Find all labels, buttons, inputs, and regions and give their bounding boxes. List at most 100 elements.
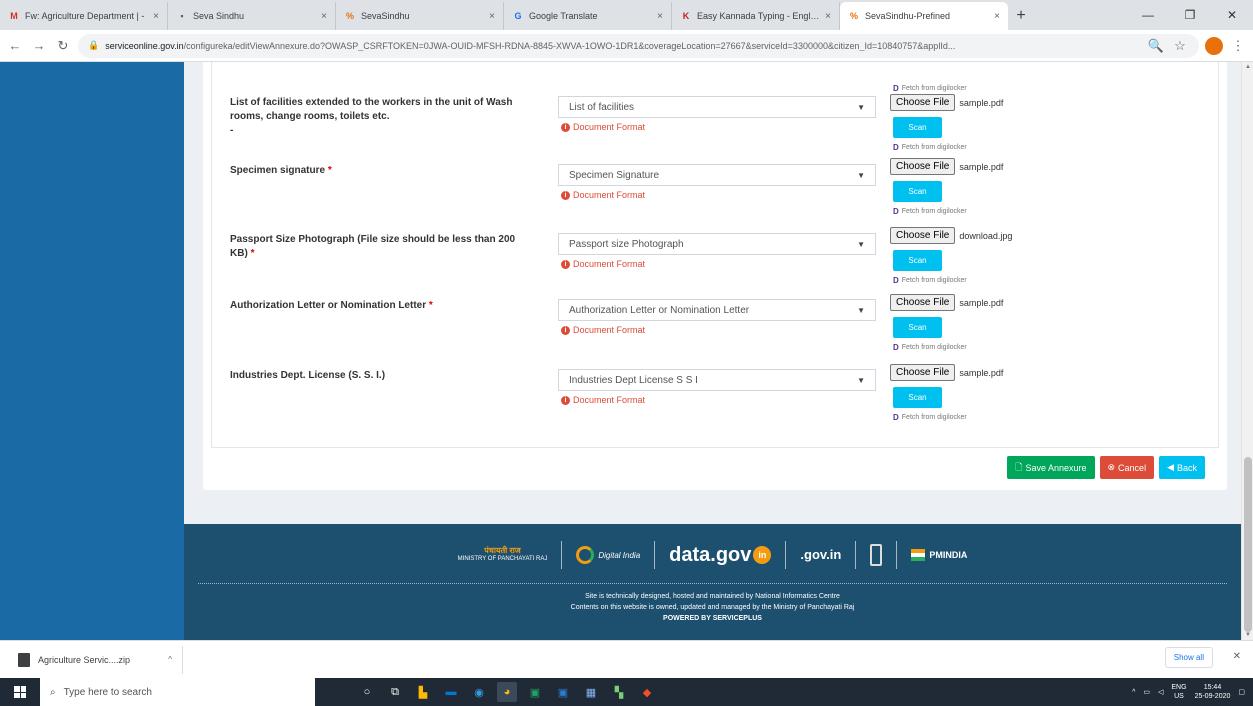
close-tab-icon[interactable]: × bbox=[994, 11, 1000, 22]
pmindia-logo[interactable]: PMINDIA bbox=[911, 549, 967, 561]
save-annexure-button[interactable]: 🗋 Save Annexure bbox=[1007, 456, 1095, 479]
battery-icon[interactable]: ▭ bbox=[1143, 688, 1150, 696]
calculator-icon[interactable]: ▦ bbox=[581, 682, 601, 702]
file-picker[interactable]: Choose File sample.pdf bbox=[890, 294, 1003, 311]
chevron-up-icon[interactable]: ^ bbox=[1132, 689, 1135, 696]
file-picker[interactable]: Choose File download.jpg bbox=[890, 227, 1012, 244]
browser-tab[interactable]: ▪ Seva Sindhu × bbox=[168, 2, 336, 30]
browser-tab[interactable]: G Google Translate × bbox=[504, 2, 672, 30]
choose-file-button[interactable]: Choose File bbox=[890, 158, 956, 175]
digilocker-link[interactable]: D Fetch from digilocker bbox=[893, 207, 967, 216]
file-picker[interactable]: Choose File sample.pdf bbox=[890, 94, 1003, 111]
digilocker-link[interactable]: D Fetch from digilocker bbox=[893, 343, 967, 352]
tab-title: Easy Kannada Typing - English bbox=[697, 11, 821, 21]
paint-icon[interactable]: ◆ bbox=[637, 682, 657, 702]
document-format-link[interactable]: i Document Format bbox=[561, 259, 645, 269]
download-item[interactable]: Agriculture Servic....zip ^ bbox=[18, 645, 183, 674]
scroll-down-icon[interactable]: ▼ bbox=[1242, 632, 1253, 638]
tab-title: Fw: Agriculture Department | - bbox=[25, 11, 145, 21]
document-format-link[interactable]: i Document Format bbox=[561, 325, 645, 335]
partner-logos: पंचायती राज MINISTRY OF PANCHAYATI RAJ Di… bbox=[184, 534, 1241, 576]
document-type-select[interactable]: Specimen Signature ▼ bbox=[558, 164, 876, 186]
chevron-down-icon: ▼ bbox=[857, 239, 865, 249]
choose-file-button[interactable]: Choose File bbox=[890, 364, 956, 381]
taskbar-search[interactable]: ⌕ Type here to search bbox=[40, 678, 315, 706]
close-tab-icon[interactable]: × bbox=[153, 11, 159, 22]
digilocker-link[interactable]: D Fetch from digilocker bbox=[893, 143, 967, 152]
browser-tab[interactable]: K Easy Kannada Typing - English × bbox=[672, 2, 840, 30]
people-icon[interactable]: ▚ bbox=[609, 682, 629, 702]
file-picker[interactable]: Choose File sample.pdf bbox=[890, 364, 1003, 381]
scan-button[interactable]: Scan bbox=[893, 317, 942, 338]
document-type-select[interactable]: List of facilities ▼ bbox=[558, 96, 876, 118]
close-window-icon[interactable]: ✕ bbox=[1211, 0, 1253, 30]
scan-button[interactable]: Scan bbox=[893, 181, 942, 202]
bookmark-star-icon[interactable]: ☆ bbox=[1171, 37, 1189, 55]
digilocker-link[interactable]: D Fetch from digilocker bbox=[893, 84, 967, 93]
scroll-up-icon[interactable]: ▲ bbox=[1242, 64, 1253, 70]
mopr-logo[interactable]: पंचायती राज MINISTRY OF PANCHAYATI RAJ bbox=[458, 547, 548, 563]
forward-arrow-icon[interactable]: → bbox=[30, 37, 48, 55]
task-view-icon[interactable]: ⧉ bbox=[385, 682, 405, 702]
volume-icon[interactable]: ◁ bbox=[1158, 688, 1163, 696]
document-type-select[interactable]: Passport size Photograph ▼ bbox=[558, 233, 876, 255]
language-indicator[interactable]: ENG US bbox=[1171, 683, 1186, 701]
zip-file-icon bbox=[18, 652, 30, 667]
document-format-link[interactable]: i Document Format bbox=[561, 122, 645, 132]
new-tab-button[interactable]: + bbox=[1008, 2, 1034, 30]
back-button[interactable]: ◀ Back bbox=[1159, 456, 1205, 479]
browser-menu-icon[interactable]: ⋮ bbox=[1229, 37, 1247, 55]
start-button[interactable] bbox=[0, 678, 40, 706]
document-type-select[interactable]: Authorization Letter or Nomination Lette… bbox=[558, 299, 876, 321]
close-tab-icon[interactable]: × bbox=[825, 11, 831, 22]
chrome-icon[interactable]: ◕ bbox=[497, 682, 517, 702]
file-picker[interactable]: Choose File sample.pdf bbox=[890, 158, 1003, 175]
page-scrollbar[interactable]: ▲ ▼ bbox=[1241, 62, 1253, 640]
india-gov-logo[interactable]: .gov.in bbox=[800, 548, 841, 561]
minimize-icon[interactable]: — bbox=[1127, 0, 1169, 30]
document-format-link[interactable]: i Document Format bbox=[561, 395, 645, 405]
browser-tab[interactable]: M Fw: Agriculture Department | - × bbox=[0, 2, 168, 30]
notification-icon[interactable]: ▢ bbox=[1238, 688, 1245, 696]
close-download-bar-icon[interactable]: ✕ bbox=[1233, 651, 1241, 662]
choose-file-button[interactable]: Choose File bbox=[890, 94, 956, 111]
chevron-up-icon[interactable]: ^ bbox=[168, 655, 172, 664]
scrollbar-thumb[interactable] bbox=[1244, 457, 1252, 632]
mail-icon[interactable]: ▬ bbox=[441, 682, 461, 702]
browser-tab[interactable]: % SevaSindhu × bbox=[336, 2, 504, 30]
word-icon[interactable]: ▣ bbox=[553, 682, 573, 702]
maximize-icon[interactable]: ❐ bbox=[1169, 0, 1211, 30]
close-tab-icon[interactable]: × bbox=[489, 11, 495, 22]
reload-icon[interactable]: ↻ bbox=[54, 37, 72, 55]
profile-avatar[interactable] bbox=[1205, 36, 1223, 55]
scan-button[interactable]: Scan bbox=[893, 250, 942, 271]
clock[interactable]: 15:44 25-09-2020 bbox=[1195, 683, 1231, 701]
digital-india-icon bbox=[576, 546, 595, 564]
choose-file-button[interactable]: Choose File bbox=[890, 294, 956, 311]
digilocker-link[interactable]: D Fetch from digilocker bbox=[893, 276, 967, 285]
cancel-button[interactable]: ⊗ Cancel bbox=[1099, 456, 1155, 479]
digital-india-logo[interactable]: Digital India bbox=[576, 546, 640, 564]
doc-icon: ▪ bbox=[180, 11, 184, 21]
info-icon: i bbox=[561, 325, 570, 335]
back-arrow-icon[interactable]: ← bbox=[6, 37, 24, 55]
scan-button[interactable]: Scan bbox=[893, 117, 942, 138]
close-tab-icon[interactable]: × bbox=[657, 11, 663, 22]
excel-icon[interactable]: ▣ bbox=[525, 682, 545, 702]
document-format-link[interactable]: i Document Format bbox=[561, 190, 645, 200]
store-icon[interactable]: ▙ bbox=[413, 682, 433, 702]
zoom-icon[interactable]: 🔍 bbox=[1147, 37, 1165, 55]
scan-button[interactable]: Scan bbox=[893, 387, 942, 408]
close-tab-icon[interactable]: × bbox=[321, 11, 327, 22]
url-field[interactable]: 🔒 serviceonline.gov.in/configureka/editV… bbox=[78, 33, 1199, 58]
left-sidebar bbox=[0, 62, 184, 640]
cortana-icon[interactable]: ○ bbox=[357, 682, 377, 702]
data-gov-logo[interactable]: data.gov in bbox=[669, 544, 772, 567]
digilocker-link[interactable]: D Fetch from digilocker bbox=[893, 413, 967, 422]
show-all-button[interactable]: Show all bbox=[1164, 647, 1213, 668]
edge-icon[interactable]: ◉ bbox=[469, 682, 489, 702]
choose-file-button[interactable]: Choose File bbox=[890, 227, 956, 244]
browser-tab-active[interactable]: % SevaSindhu-Prefined × bbox=[840, 2, 1008, 30]
document-type-select[interactable]: Industries Dept License S S I ▼ bbox=[558, 369, 876, 391]
national-emblem-icon[interactable] bbox=[870, 544, 883, 566]
